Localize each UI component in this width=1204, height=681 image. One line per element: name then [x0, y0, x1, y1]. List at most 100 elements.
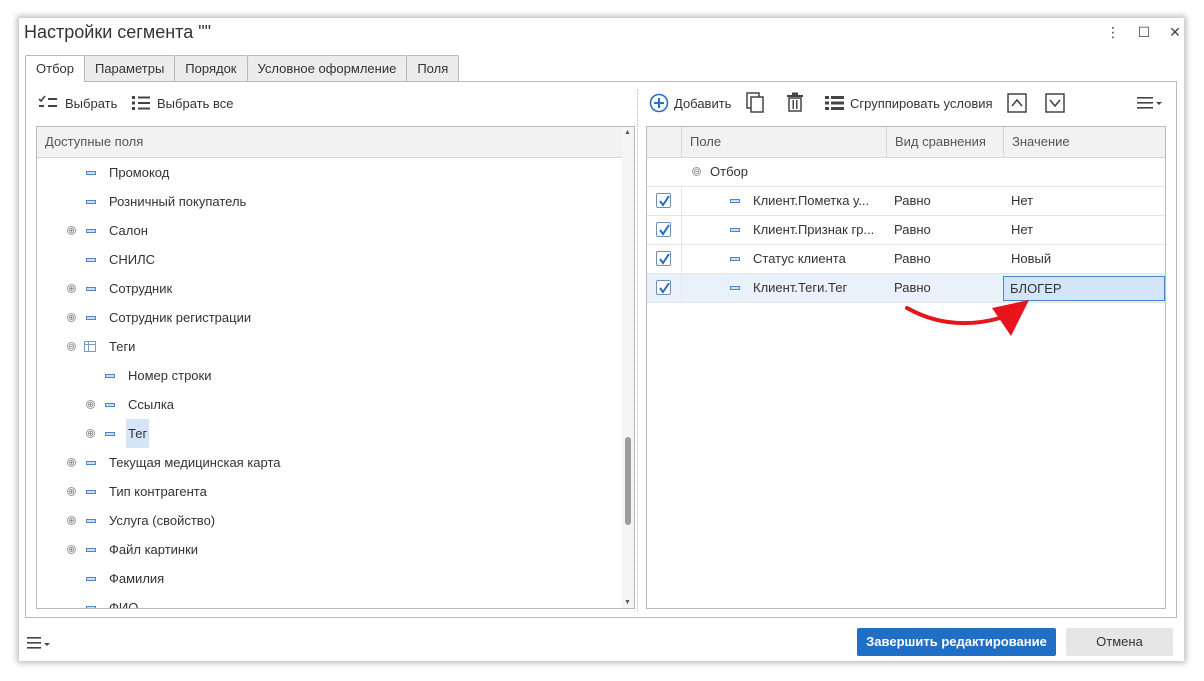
scroll-down-icon[interactable]: ▼ [624, 599, 631, 606]
move-down-button[interactable] [1045, 93, 1065, 113]
column-comparison[interactable]: Вид сравнения [886, 127, 1003, 158]
collapse-icon[interactable]: ⊖ [692, 167, 701, 176]
tree-item[interactable]: ⊕ Услуга (свойство) [37, 506, 623, 535]
tree-item[interactable]: ⊕ Тип контрагента [37, 477, 623, 506]
tree-item[interactable]: ⊕ Тег [37, 419, 623, 448]
maximize-icon[interactable]: ☐ [1136, 24, 1152, 41]
tree-item[interactable]: ⊕ Файл картинки [37, 535, 623, 564]
column-field[interactable]: Поле [681, 127, 886, 158]
field-icon [86, 200, 96, 204]
select-all-button[interactable]: Выбрать все [132, 95, 233, 111]
field-icon [730, 199, 740, 203]
more-actions-menu[interactable] [1137, 96, 1163, 110]
table-row[interactable]: Статус клиента Равно Новый [647, 245, 1165, 274]
cell-comparison[interactable]: Равно [894, 187, 931, 215]
cancel-button[interactable]: Отмена [1066, 628, 1173, 656]
checkmark-icon [659, 224, 670, 236]
panel-splitter[interactable] [637, 89, 638, 611]
tree-item[interactable]: Фамилия [37, 564, 623, 593]
tree-item[interactable]: ⊕ Сотрудник регистрации [37, 303, 623, 332]
tree-item-label: Тег [126, 419, 150, 448]
field-icon [86, 171, 96, 175]
tab-fields[interactable]: Поля [406, 55, 460, 81]
tree-item-label: Текущая медицинская карта [109, 455, 281, 470]
scroll-up-icon[interactable]: ▲ [624, 129, 631, 136]
cell-divider [681, 274, 682, 302]
tree-scrollbar[interactable]: ▲ ▼ [622, 127, 634, 608]
more-icon[interactable]: ⋮ [1105, 24, 1121, 41]
cell-comparison[interactable]: Равно [894, 216, 931, 244]
cell-value-editor[interactable]: БЛОГЕР [1003, 276, 1165, 301]
group-conditions-button[interactable]: Сгруппировать условия [825, 95, 993, 111]
move-up-button[interactable] [1007, 93, 1027, 113]
table-row[interactable]: Клиент.Признак гр... Равно Нет [647, 216, 1165, 245]
tree-item[interactable]: Номер строки [37, 361, 623, 390]
cell-field[interactable]: Клиент.Пометка у... [753, 187, 883, 215]
finish-editing-button[interactable]: Завершить редактирование [857, 628, 1056, 656]
tab-filter[interactable]: Отбор [25, 55, 85, 82]
cell-comparison[interactable]: Равно [894, 274, 931, 302]
field-icon [86, 490, 96, 494]
tree-item-label: Ссылка [128, 397, 175, 412]
tree-item[interactable]: Промокод [37, 158, 623, 187]
tree-item-label: Промокод [109, 165, 170, 180]
close-icon[interactable]: ✕ [1167, 24, 1183, 41]
delete-button[interactable] [786, 92, 804, 112]
add-circle-icon [649, 93, 669, 113]
expand-icon[interactable]: ⊕ [67, 226, 76, 235]
cell-comparison[interactable]: Равно [894, 245, 931, 273]
column-value[interactable]: Значение [1003, 127, 1165, 158]
copy-button[interactable] [745, 92, 767, 114]
field-icon [86, 316, 96, 320]
tab-order[interactable]: Порядок [174, 55, 248, 81]
expand-icon[interactable]: ⊕ [86, 400, 95, 409]
add-button[interactable]: Добавить [649, 93, 731, 113]
expand-icon[interactable]: ⊕ [86, 429, 95, 438]
filter-group-row[interactable]: ⊖ Отбор [647, 158, 1165, 187]
cell-field[interactable]: Клиент.Признак гр... [753, 216, 883, 244]
cell-divider [681, 216, 682, 244]
tree-item[interactable]: ⊕ Салон [37, 216, 623, 245]
tree-item[interactable]: ⊕ Текущая медицинская карта [37, 448, 623, 477]
table-row[interactable]: Клиент.Пометка у... Равно Нет [647, 187, 1165, 216]
select-button[interactable]: Выбрать [38, 95, 117, 111]
scroll-thumb[interactable] [625, 437, 631, 525]
table-row[interactable]: Клиент.Теги.Тег Равно БЛОГЕР [647, 274, 1165, 303]
cell-field[interactable]: Статус клиента [753, 245, 883, 273]
field-icon [730, 257, 740, 261]
tree-item[interactable]: ⊕ Сотрудник [37, 274, 623, 303]
field-icon [105, 374, 115, 378]
tree-item[interactable]: ⊕ Ссылка [37, 390, 623, 419]
checklist-icon [38, 95, 57, 107]
expand-icon[interactable]: ⊕ [67, 458, 76, 467]
expand-icon[interactable]: ⊕ [67, 545, 76, 554]
row-checkbox[interactable] [656, 251, 671, 266]
expand-icon[interactable]: ⊕ [67, 284, 76, 293]
expand-icon[interactable]: ⊕ [67, 516, 76, 525]
tree-item[interactable]: Розничный покупатель [37, 187, 623, 216]
expand-icon[interactable]: ⊕ [67, 313, 76, 322]
cell-value[interactable]: Новый [1011, 245, 1051, 273]
tree-item-label: Тип контрагента [109, 484, 207, 499]
expand-icon[interactable]: ⊕ [67, 487, 76, 496]
row-checkbox[interactable] [656, 222, 671, 237]
tree-item-label: Сотрудник регистрации [109, 310, 252, 325]
cell-value[interactable]: Нет [1011, 187, 1033, 215]
tree-item[interactable]: ⊖ Теги [37, 332, 623, 361]
row-checkbox[interactable] [656, 193, 671, 208]
add-label: Добавить [674, 95, 732, 111]
group-label: Отбор [710, 164, 748, 179]
tab-conditional-format[interactable]: Условное оформление [246, 55, 408, 81]
group-list-icon [825, 96, 844, 110]
collapse-icon[interactable]: ⊖ [67, 342, 76, 351]
cell-value[interactable]: Нет [1011, 216, 1033, 244]
cell-field[interactable]: Клиент.Теги.Тег [753, 274, 883, 302]
tree-item[interactable]: СНИЛС [37, 245, 623, 274]
form-menu-button[interactable] [27, 636, 53, 650]
tab-parameters[interactable]: Параметры [83, 55, 176, 81]
row-checkbox[interactable] [656, 280, 671, 295]
trash-icon [787, 92, 803, 112]
tree-item[interactable]: ФИО [37, 593, 623, 608]
filter-tab-panel: Выбрать Выбрать все Доступные поля Промо… [25, 81, 1177, 618]
chevron-up-icon [1007, 93, 1027, 113]
